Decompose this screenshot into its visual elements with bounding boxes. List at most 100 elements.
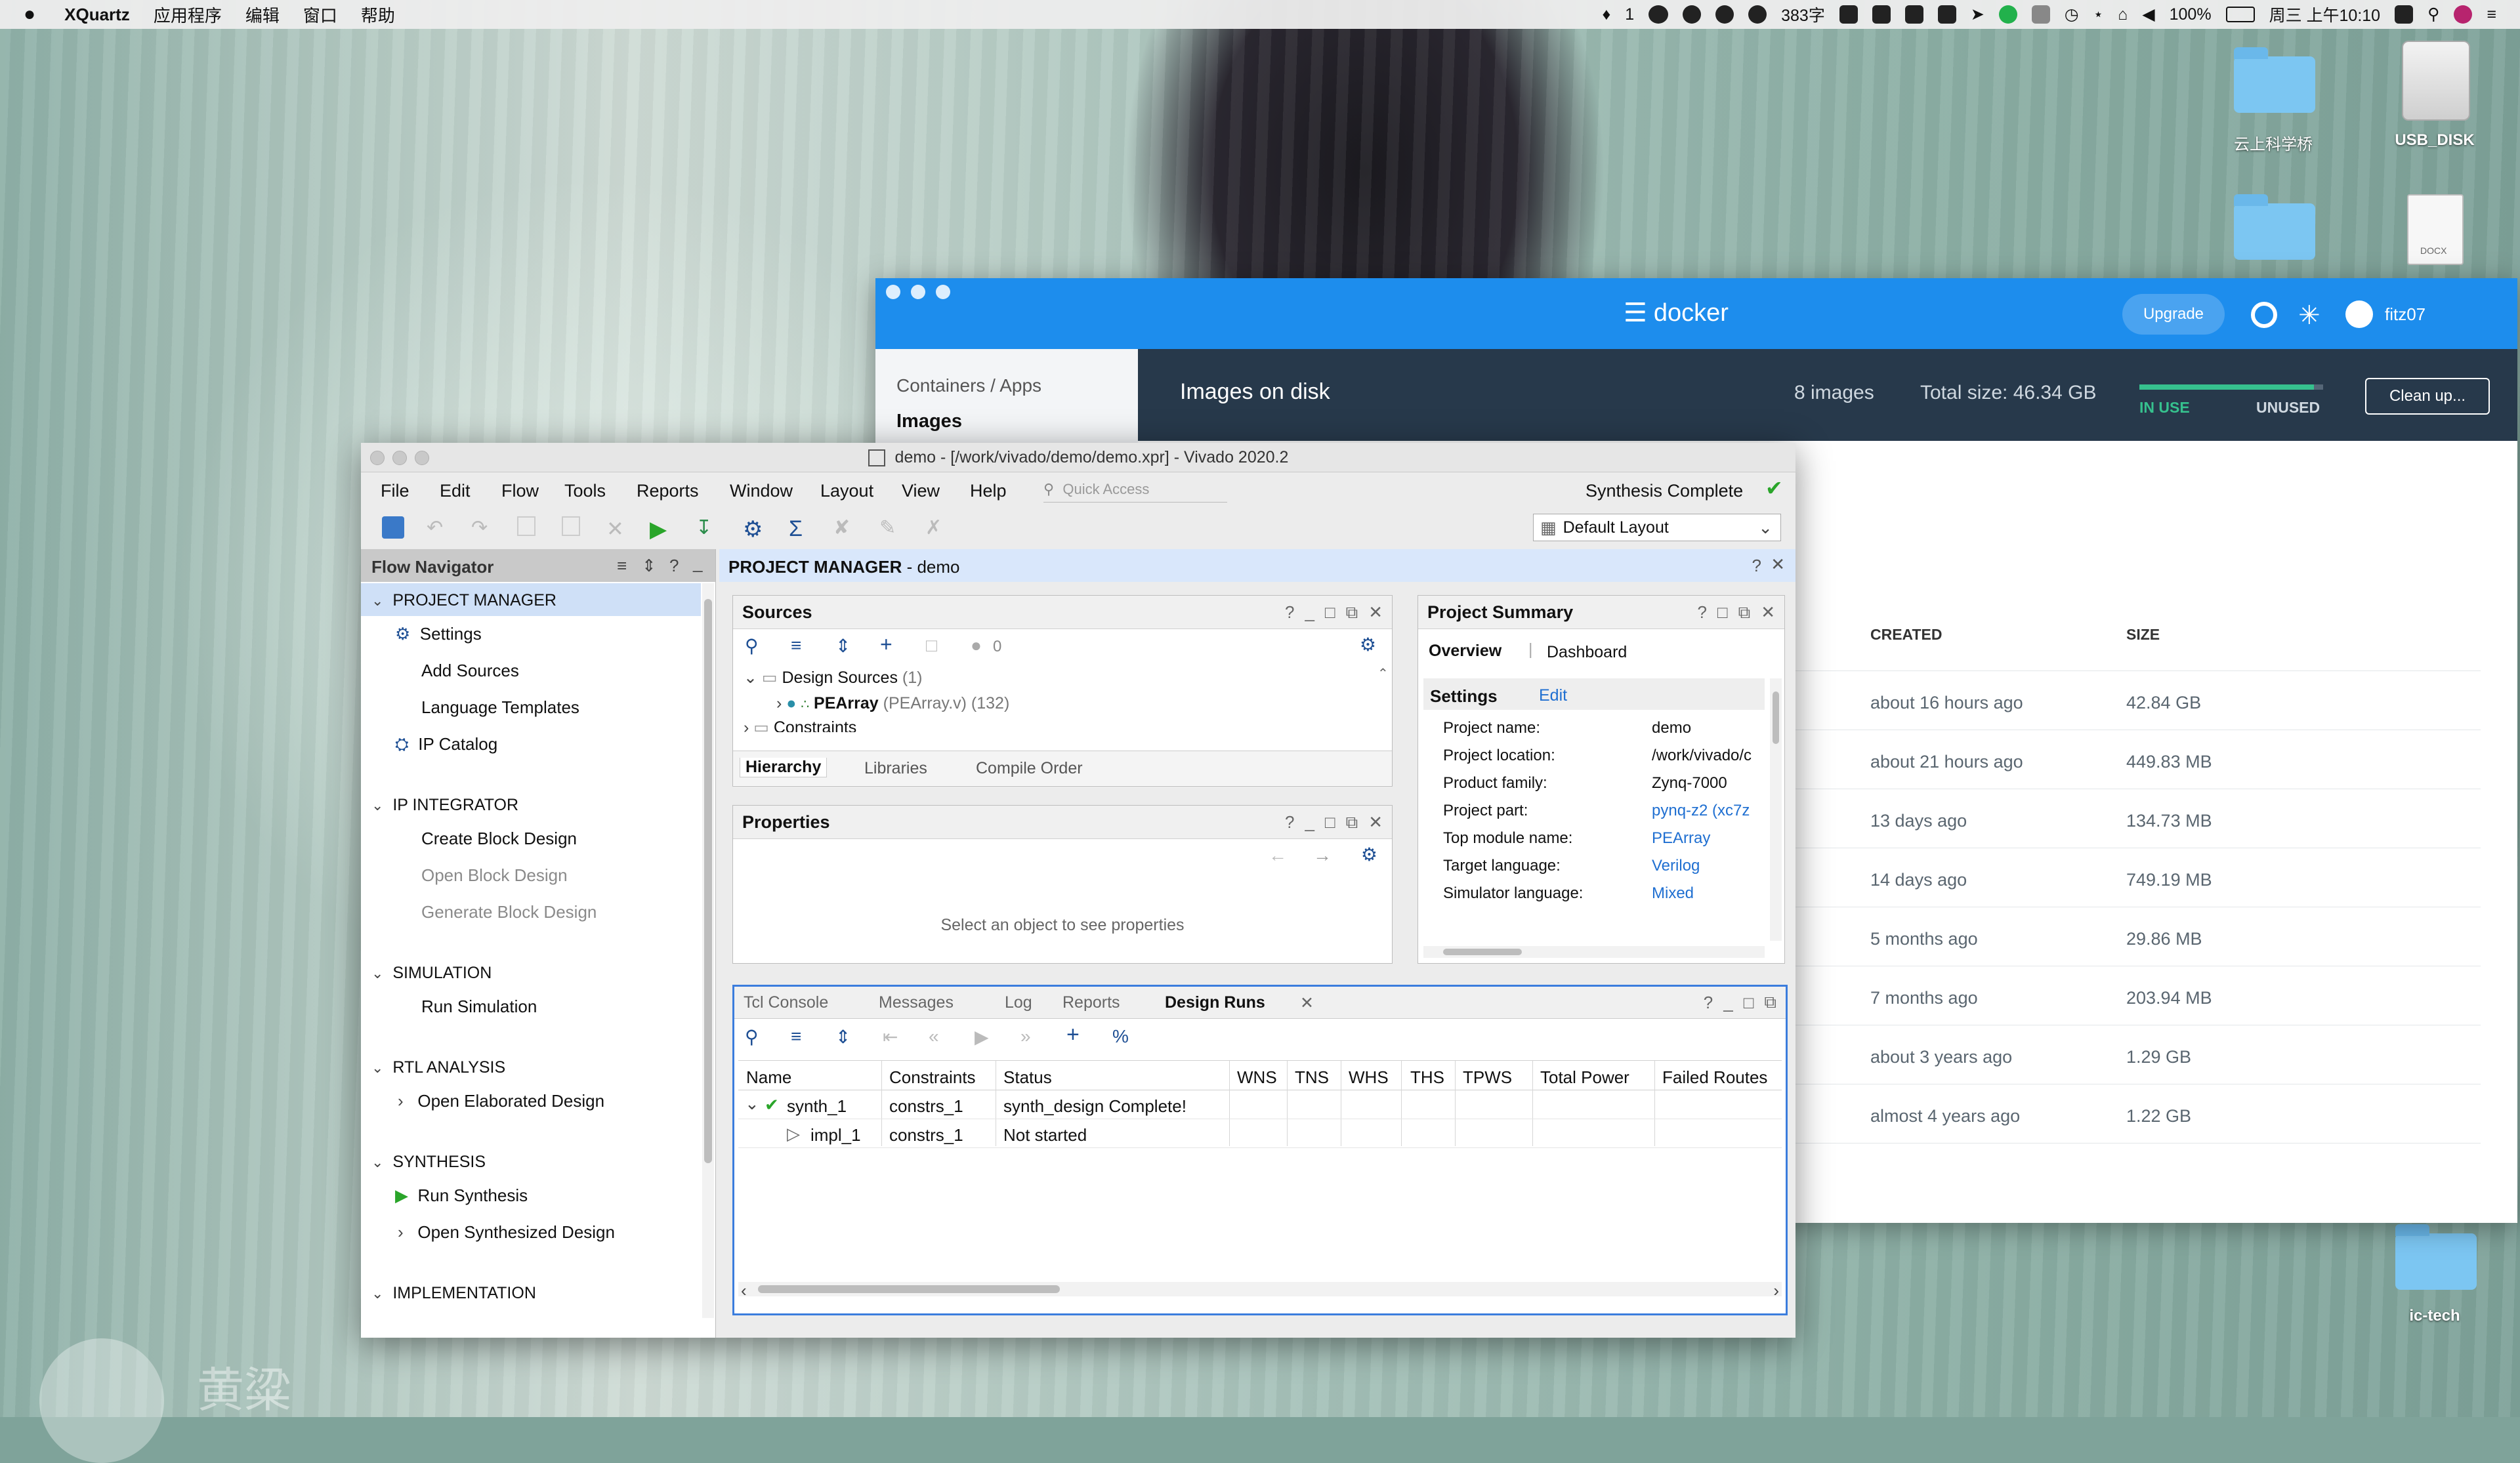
flow-navigator-scrollbar[interactable] — [702, 583, 714, 1318]
help-icon[interactable]: ? — [669, 556, 679, 576]
close-icon[interactable]: ✕ — [1368, 806, 1383, 838]
nav-item-open-block-design[interactable]: Open Block Design — [421, 865, 568, 886]
image-row[interactable]: almost 4 years ago 1.22 GB — [1792, 1085, 2481, 1144]
wifi-icon[interactable]: ⌂ — [2118, 5, 2128, 24]
tab-overview[interactable]: Overview — [1429, 642, 1502, 661]
green-app-icon[interactable] — [1998, 5, 2017, 24]
section-project-manager[interactable]: ⌄ PROJECT MANAGER — [371, 591, 556, 610]
float-icon[interactable]: ⧉ — [1764, 992, 1776, 1013]
edit-icon-disabled[interactable]: ✎ — [879, 516, 902, 539]
account-avatar-icon[interactable] — [2345, 300, 2373, 328]
menu-edit[interactable]: Edit — [440, 481, 471, 501]
menubar-menu-help[interactable]: 帮助 — [361, 3, 395, 27]
tab-messages[interactable]: Messages — [879, 993, 954, 1012]
section-ip-integrator[interactable]: ⌄ IP INTEGRATOR — [371, 796, 518, 815]
image-row[interactable]: about 3 years ago 1.29 GB — [1792, 1026, 2481, 1084]
search-icon[interactable]: ⚲ — [745, 1026, 759, 1048]
table-row[interactable]: ▷ impl_1 constrs_1 Not started — [738, 1119, 1782, 1148]
minimize-icon[interactable]: _ — [1305, 806, 1314, 838]
menubar-menu-edit[interactable]: 编辑 — [245, 3, 280, 27]
nav-item-language-templates[interactable]: Language Templates — [421, 697, 579, 718]
menu-view[interactable]: View — [902, 481, 940, 501]
minimize-icon[interactable]: _ — [1305, 596, 1314, 628]
cloud-icon[interactable] — [1683, 5, 1702, 24]
wechat-icon[interactable] — [1648, 5, 1669, 24]
image-row[interactable]: 7 months ago 203.94 MB — [1792, 967, 2481, 1025]
user-avatar-icon[interactable] — [2454, 5, 2473, 24]
icloud-icon[interactable] — [1715, 5, 1734, 24]
delete-icon[interactable]: ✕ — [606, 516, 629, 541]
close-tab-icon[interactable]: ✕ — [1300, 993, 1314, 1013]
menu-help[interactable]: Help — [970, 481, 1007, 501]
menu-window[interactable]: Window — [730, 481, 793, 501]
add-run-icon[interactable]: + — [1066, 1022, 1080, 1048]
bluetooth-icon[interactable]: ⋆ — [2093, 5, 2104, 24]
tab-log[interactable]: Log — [1005, 993, 1032, 1012]
send-icon[interactable]: ➤ — [1971, 5, 1984, 24]
collapse-all-icon[interactable]: ≡ — [791, 1026, 801, 1047]
minimize-icon[interactable] — [911, 285, 925, 299]
gear-icon[interactable]: ⚙ — [1361, 844, 1377, 865]
notification-bell-icon[interactable]: ♦ — [1602, 5, 1610, 24]
collapse-all-icon[interactable]: ≡ — [791, 635, 801, 656]
settings-gear-icon[interactable]: ⚙ — [743, 516, 765, 542]
desktop-icon-label[interactable]: 云上科学桥 — [2201, 131, 2345, 154]
first-icon[interactable]: ⇤ — [883, 1026, 898, 1048]
word-count-text[interactable]: 383字 — [1781, 3, 1825, 26]
chevron-down-icon[interactable]: ⌄ — [745, 1094, 759, 1114]
scrollbar-thumb[interactable] — [1773, 691, 1779, 744]
image-row[interactable]: about 21 hours ago 449.83 MB — [1792, 731, 2481, 789]
image-row[interactable]: about 16 hours ago 42.84 GB — [1792, 672, 2481, 730]
input-method-icon[interactable] — [1937, 5, 1956, 24]
col-status[interactable]: Status — [1003, 1067, 1052, 1088]
gear-icon[interactable]: ⚙ — [1360, 634, 1376, 655]
menubar-menu-window[interactable]: 窗口 — [303, 3, 337, 27]
sidebar-item-containers[interactable]: Containers / Apps — [896, 375, 1041, 396]
section-rtl-analysis[interactable]: ⌄ RTL ANALYSIS — [371, 1058, 505, 1077]
tab-hierarchy[interactable]: Hierarchy — [740, 758, 828, 777]
nav-item-open-synthesized-design[interactable]: › Open Synthesized Design — [398, 1222, 615, 1243]
time-machine-icon[interactable]: ◷ — [2065, 5, 2079, 24]
runs-hscrollbar[interactable]: ‹ › — [738, 1281, 1782, 1300]
menu-flow[interactable]: Flow — [501, 481, 539, 501]
expand-all-icon[interactable]: ⇕ — [835, 635, 850, 657]
bug-report-icon[interactable]: ✳ — [2298, 300, 2320, 331]
forward-arrow-icon[interactable]: → — [1313, 845, 1332, 866]
sigma-icon[interactable]: Σ — [789, 516, 811, 541]
sidebar-item-images[interactable]: Images — [896, 411, 962, 432]
settings-edit-link[interactable]: Edit — [1539, 686, 1567, 705]
col-ths[interactable]: THS — [1410, 1067, 1444, 1088]
tab-tcl-console[interactable]: Tcl Console — [744, 993, 828, 1012]
usb-drive-label[interactable]: USB_DISK — [2362, 131, 2507, 150]
expand-all-icon[interactable]: ⇕ — [835, 1026, 850, 1048]
section-simulation[interactable]: ⌄ SIMULATION — [371, 964, 492, 983]
nav-item-settings[interactable]: ⚙ Settings — [395, 624, 482, 644]
nav-item-open-elaborated-design[interactable]: › Open Elaborated Design — [398, 1091, 604, 1111]
menubar-menu-apps[interactable]: 应用程序 — [154, 3, 222, 27]
quick-access-input[interactable]: ⚲ Quick Access — [1043, 478, 1227, 503]
col-tns[interactable]: TNS — [1295, 1067, 1329, 1088]
open-project-icon[interactable] — [382, 516, 404, 539]
usb-drive-icon[interactable] — [2402, 41, 2470, 121]
app-status-icon[interactable] — [1748, 5, 1767, 24]
maximize-icon[interactable] — [415, 451, 429, 465]
control-center-icon[interactable]: ≡ — [2487, 5, 2496, 24]
float-icon[interactable]: ⧉ — [1738, 596, 1751, 628]
restore-icon[interactable]: □ — [1325, 806, 1335, 838]
folder-icon[interactable] — [2234, 47, 2315, 113]
summary-value-link[interactable]: PEArray — [1652, 829, 1710, 848]
help-icon[interactable]: ? — [1752, 556, 1761, 576]
summary-value-link[interactable]: Verilog — [1652, 857, 1700, 875]
search-icon[interactable]: ⚲ — [745, 635, 759, 657]
images-column-created[interactable]: CREATED — [1870, 626, 1942, 644]
scrollbar-thumb[interactable] — [704, 599, 712, 1163]
summary-value-link[interactable]: Mixed — [1652, 884, 1694, 903]
nav-item-run-synthesis[interactable]: ▶ Run Synthesis — [395, 1185, 528, 1206]
restore-icon[interactable]: □ — [1325, 596, 1335, 628]
apple-icon[interactable]: ● — [24, 3, 35, 26]
battery-icon[interactable] — [2225, 7, 2255, 22]
design-sources-node[interactable]: ⌄ ▭ Design Sources (1) — [744, 668, 922, 688]
close-icon[interactable] — [886, 285, 900, 299]
scrollbar-thumb[interactable] — [758, 1285, 1060, 1293]
image-row[interactable]: 13 days ago 134.73 MB — [1792, 790, 2481, 848]
